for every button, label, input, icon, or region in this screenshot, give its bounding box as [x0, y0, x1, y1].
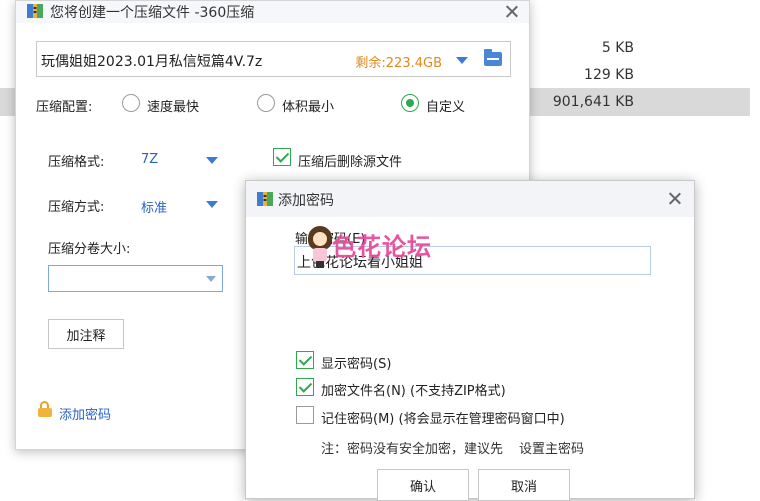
show-password-label[interactable]: 显示密码(S) — [321, 353, 391, 372]
close-icon[interactable] — [501, 1, 523, 23]
method-label: 压缩方式: — [48, 200, 105, 215]
radio-fastest-label[interactable]: 速度最快 — [147, 96, 199, 115]
volume-size-combo[interactable] — [48, 265, 223, 292]
add-password-dialog: 添加密码 输入密码(E) 上色花论坛看小姐姐 色花论坛 显示密码(S) 加密文件… — [245, 180, 695, 501]
radio-custom-label[interactable]: 自定义 — [426, 96, 465, 115]
config-label: 压缩配置: — [36, 100, 93, 115]
method-select[interactable]: 标准 — [141, 197, 167, 216]
add-password-title: 添加密码 — [278, 193, 334, 209]
file-size: 901,641 KB — [552, 94, 634, 110]
security-note: 注：密码没有安全加密，建议先 — [321, 442, 504, 457]
remember-password-label[interactable]: 记住密码(M) (将会显示在管理密码窗口中) — [321, 408, 565, 427]
remember-password-checkbox[interactable] — [296, 406, 314, 424]
cancel-button[interactable]: 取消 — [478, 469, 570, 501]
add-password-titlebar[interactable]: 添加密码 — [246, 181, 694, 217]
delete-source-checkbox[interactable] — [273, 148, 291, 166]
add-comment-button[interactable]: 加注释 — [48, 319, 124, 349]
file-size: 5 KB — [601, 40, 634, 56]
watermark-text: 色花论坛 — [332, 233, 432, 261]
delete-source-label[interactable]: 压缩后删除源文件 — [298, 151, 402, 170]
360zip-logo-icon — [27, 4, 43, 18]
show-password-checkbox[interactable] — [296, 351, 314, 369]
lock-icon — [38, 401, 52, 417]
360zip-logo-icon — [257, 192, 273, 206]
free-space-label: 剩余:223.4GB — [355, 56, 442, 71]
add-password-link[interactable]: 添加密码 — [59, 404, 111, 423]
folder-icon[interactable] — [484, 49, 502, 66]
archive-filename[interactable]: 玩偶姐姐2023.01月私信短篇4V.7z — [41, 51, 262, 71]
archive-path-field[interactable]: 玩偶姐姐2023.01月私信短篇4V.7z 剩余:223.4GB — [36, 41, 511, 77]
set-master-password-link[interactable]: 设置主密码 — [519, 438, 584, 457]
chevron-down-icon[interactable] — [456, 57, 468, 64]
radio-smallest-label[interactable]: 体积最小 — [282, 96, 334, 115]
close-icon[interactable] — [664, 188, 686, 210]
compress-dialog-title: 您将创建一个压缩文件 -360压缩 — [50, 5, 255, 21]
format-label: 压缩格式: — [48, 155, 105, 170]
encrypt-filename-checkbox[interactable] — [296, 378, 314, 396]
chevron-down-icon[interactable] — [206, 201, 218, 208]
volume-size-label: 压缩分卷大小: — [48, 242, 131, 257]
radio-smallest[interactable] — [257, 94, 275, 112]
compress-dialog-titlebar[interactable]: 您将创建一个压缩文件 -360压缩 — [16, 1, 529, 23]
chevron-down-icon[interactable] — [206, 157, 218, 164]
watermark-avatar — [308, 226, 332, 268]
confirm-button[interactable]: 确认 — [377, 469, 469, 501]
file-size: 129 KB — [584, 67, 634, 83]
encrypt-filename-label[interactable]: 加密文件名(N) (不支持ZIP格式) — [321, 380, 506, 399]
format-select[interactable]: 7Z — [141, 152, 158, 167]
radio-custom[interactable] — [401, 94, 419, 112]
chevron-down-icon[interactable] — [206, 276, 216, 282]
radio-fastest[interactable] — [122, 94, 140, 112]
